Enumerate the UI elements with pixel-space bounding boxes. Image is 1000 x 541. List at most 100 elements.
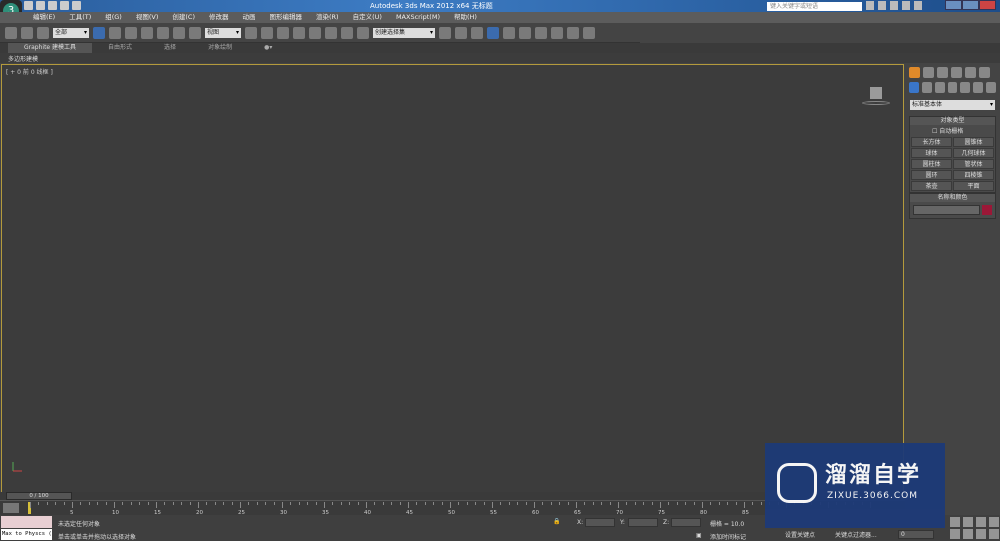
- manipulate-icon[interactable]: [261, 26, 273, 39]
- tab-object-paint[interactable]: 对象绘制: [192, 43, 248, 53]
- systems-icon[interactable]: [986, 82, 997, 93]
- menu-tools[interactable]: 工具(T): [62, 12, 98, 23]
- rotate-icon[interactable]: [173, 26, 185, 39]
- star-icon[interactable]: [902, 1, 910, 10]
- selection-filter-dropdown[interactable]: 全部: [53, 27, 89, 38]
- render-teapot-icon[interactable]: [583, 26, 595, 39]
- geometry-icon[interactable]: [909, 82, 919, 93]
- menu-group[interactable]: 组(G): [98, 12, 129, 23]
- menu-views[interactable]: 视图(V): [129, 12, 166, 23]
- link-icon[interactable]: [5, 26, 17, 39]
- motion-tab-icon[interactable]: [951, 67, 962, 78]
- render-setup-icon[interactable]: [551, 26, 563, 39]
- menu-edit[interactable]: 编辑(E): [26, 12, 62, 23]
- mirror-icon[interactable]: [439, 26, 451, 39]
- maximize-button[interactable]: [962, 0, 979, 10]
- pan-icon[interactable]: [963, 529, 973, 539]
- lock-icon[interactable]: 🔒: [553, 518, 560, 525]
- orbit-icon[interactable]: [976, 529, 986, 539]
- curve-editor-icon[interactable]: [503, 26, 515, 39]
- select-object-icon[interactable]: [93, 26, 105, 39]
- layer-manager-icon[interactable]: [471, 26, 483, 39]
- save-icon[interactable]: [48, 1, 57, 10]
- help-icon[interactable]: [914, 1, 922, 10]
- helpers-icon[interactable]: [960, 82, 971, 93]
- object-name-input[interactable]: [913, 205, 980, 215]
- category-dropdown[interactable]: 标准基本体: [910, 100, 995, 110]
- material-editor-icon[interactable]: [535, 26, 547, 39]
- cone-button[interactable]: 圆锥体: [953, 137, 994, 147]
- menu-animation[interactable]: 动画: [236, 12, 263, 23]
- person-icon[interactable]: [890, 1, 898, 10]
- zoom-icon[interactable]: [950, 517, 960, 527]
- viewport-front[interactable]: [ + 0 前 0 线框 ]: [1, 64, 904, 494]
- time-slider-thumb[interactable]: 0 / 100: [6, 492, 72, 500]
- menu-modifiers[interactable]: 修改器: [202, 12, 236, 23]
- named-selection-dropdown[interactable]: 创建选择集: [373, 27, 435, 38]
- pivot-icon[interactable]: [245, 26, 257, 39]
- move-icon[interactable]: [157, 26, 169, 39]
- shapes-icon[interactable]: [921, 82, 932, 93]
- spinner-snap-icon[interactable]: [341, 26, 353, 39]
- tab-selection[interactable]: 选择: [148, 43, 192, 53]
- add-time-tag-icon[interactable]: ▣: [696, 532, 702, 539]
- current-frame-input[interactable]: 0: [898, 530, 934, 539]
- menu-customize[interactable]: 自定义(U): [346, 12, 389, 23]
- key-filters-button[interactable]: 关键点过滤器...: [835, 530, 877, 539]
- set-key-button[interactable]: 设置关键点: [785, 530, 815, 539]
- percent-snap-icon[interactable]: [325, 26, 337, 39]
- teapot-button[interactable]: 茶壶: [911, 181, 952, 191]
- menu-rendering[interactable]: 渲染(R): [309, 12, 346, 23]
- edit-named-selection-icon[interactable]: [357, 26, 369, 39]
- pyramid-button[interactable]: 四棱锥: [953, 170, 994, 180]
- autogrid-checkbox[interactable]: ☐ 自动栅格: [910, 125, 995, 136]
- tab-graphite[interactable]: Graphite 建模工具: [8, 43, 93, 53]
- zoom-extents-icon[interactable]: [976, 517, 986, 527]
- binoculars-icon[interactable]: [866, 1, 874, 10]
- redo-icon[interactable]: [72, 1, 81, 10]
- x-coord-input[interactable]: [585, 518, 615, 527]
- add-time-tag[interactable]: 添加时间标记: [710, 532, 746, 541]
- spacewarps-icon[interactable]: [973, 82, 984, 93]
- ribbon-options-icon[interactable]: ●▾: [248, 43, 288, 53]
- modify-tab-icon[interactable]: [923, 67, 934, 78]
- utilities-tab-icon[interactable]: [979, 67, 990, 78]
- rect-selection-icon[interactable]: [125, 26, 137, 39]
- torus-button[interactable]: 圆环: [911, 170, 952, 180]
- open-icon[interactable]: [36, 1, 45, 10]
- plane-button[interactable]: 平面: [953, 181, 994, 191]
- schematic-view-icon[interactable]: [519, 26, 531, 39]
- field-of-view-icon[interactable]: [950, 529, 960, 539]
- reference-coord-dropdown[interactable]: 视图: [205, 27, 241, 38]
- angle-snap-icon[interactable]: [309, 26, 321, 39]
- cylinder-button[interactable]: 圆柱体: [911, 159, 952, 169]
- object-type-title[interactable]: 对象类型: [910, 117, 995, 125]
- rendered-frame-icon[interactable]: [567, 26, 579, 39]
- menu-create[interactable]: 创建(C): [165, 12, 202, 23]
- new-icon[interactable]: [24, 1, 33, 10]
- create-tab-icon[interactable]: [909, 67, 920, 78]
- select-by-name-icon[interactable]: [109, 26, 121, 39]
- display-tab-icon[interactable]: [965, 67, 976, 78]
- zoom-extents-all-icon[interactable]: [989, 517, 999, 527]
- tab-freeform[interactable]: 自由形式: [92, 43, 148, 53]
- sphere-button[interactable]: 球体: [911, 148, 952, 158]
- name-color-title[interactable]: 名称和颜色: [910, 194, 995, 202]
- track-bar-toggle-icon[interactable]: [3, 503, 19, 513]
- lights-icon[interactable]: [934, 82, 945, 93]
- zoom-all-icon[interactable]: [963, 517, 973, 527]
- wrench-icon[interactable]: [878, 1, 886, 10]
- maxscript-listener-output[interactable]: [1, 516, 52, 528]
- menu-graph-editors[interactable]: 图形编辑器: [263, 12, 310, 23]
- menu-help[interactable]: 帮助(H): [447, 12, 484, 23]
- viewport-label[interactable]: [ + 0 前 0 线框 ]: [6, 67, 53, 76]
- unlink-icon[interactable]: [21, 26, 33, 39]
- viewcube[interactable]: [862, 85, 892, 107]
- minimize-button[interactable]: [945, 0, 962, 10]
- object-color-swatch[interactable]: [982, 205, 992, 215]
- align-icon[interactable]: [455, 26, 467, 39]
- box-button[interactable]: 长方体: [911, 137, 952, 147]
- search-input[interactable]: 键入关键字或短语: [767, 2, 862, 11]
- polygon-modeling-label[interactable]: 多边形建模: [8, 54, 38, 63]
- tube-button[interactable]: 管状体: [953, 159, 994, 169]
